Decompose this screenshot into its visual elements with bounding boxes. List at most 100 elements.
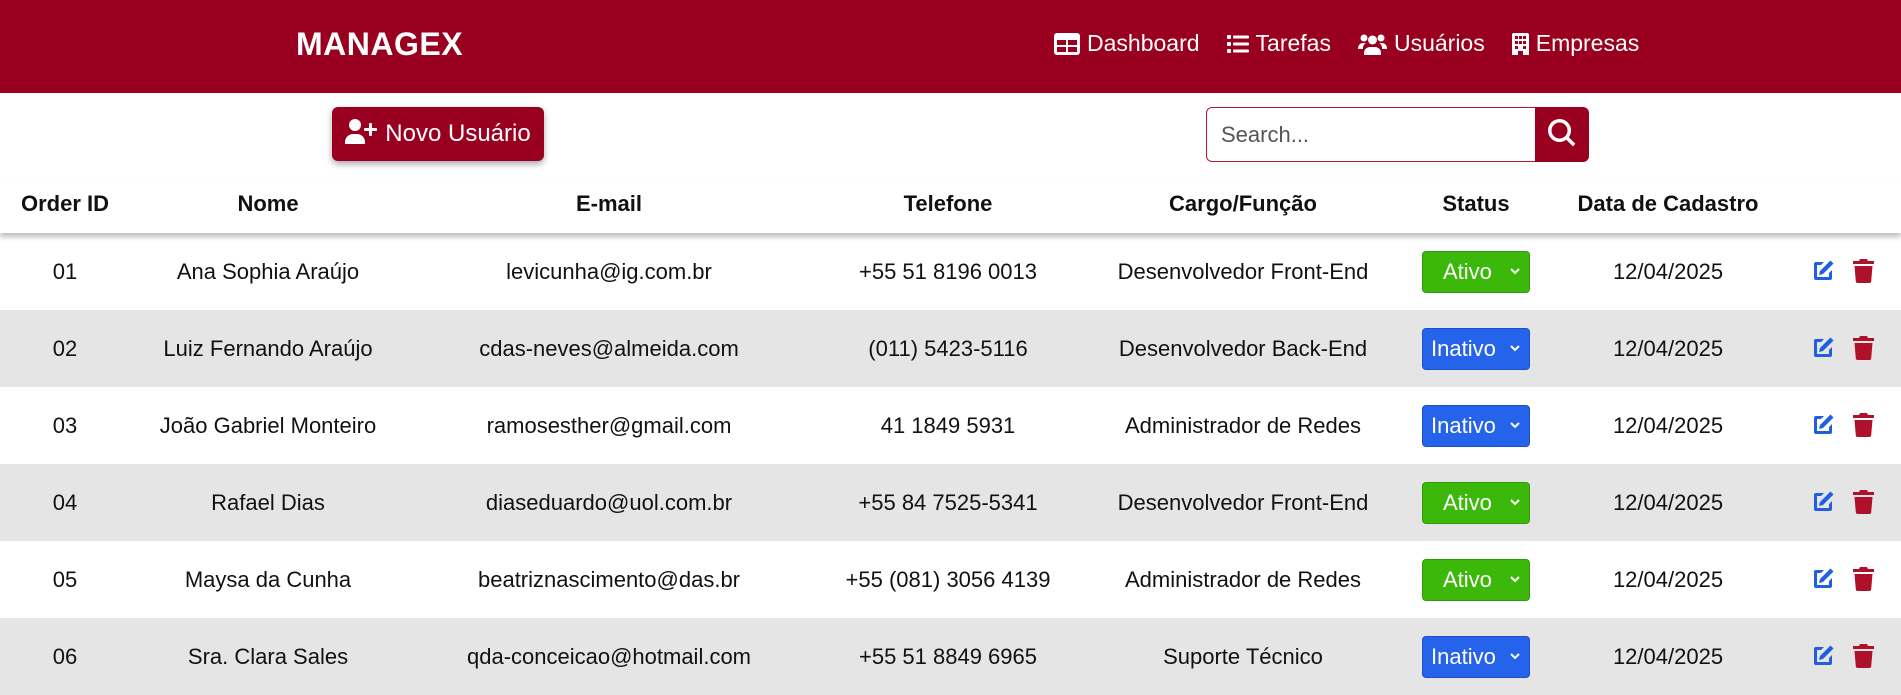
status-value: Ativo bbox=[1443, 259, 1492, 284]
col-header-order-id[interactable]: Order ID bbox=[21, 179, 109, 233]
edit-icon[interactable] bbox=[1811, 567, 1835, 591]
new-user-button[interactable]: Novo Usuário bbox=[332, 107, 544, 161]
nav-usuarios[interactable]: Usuários bbox=[1357, 30, 1485, 57]
search-input[interactable] bbox=[1206, 107, 1535, 162]
cell-order-id: 05 bbox=[52, 567, 78, 592]
cell-telefone: +55 84 7525-5341 bbox=[858, 490, 1038, 515]
cell-order-id: 04 bbox=[52, 490, 78, 515]
cell-data-cadastro: 12/04/2025 bbox=[1612, 644, 1724, 669]
cell-telefone: +55 51 8849 6965 bbox=[858, 644, 1038, 669]
col-header-email[interactable]: E-mail bbox=[576, 179, 642, 233]
edit-icon[interactable] bbox=[1811, 644, 1835, 668]
toolbar: Novo Usuário bbox=[0, 93, 1901, 179]
cell-nome: João Gabriel Monteiro bbox=[159, 413, 377, 438]
delete-icon[interactable] bbox=[1853, 413, 1874, 437]
building-icon bbox=[1511, 32, 1529, 55]
delete-icon[interactable] bbox=[1853, 567, 1874, 591]
status-select[interactable]: Inativo bbox=[1422, 405, 1530, 447]
cell-data-cadastro: 12/04/2025 bbox=[1612, 259, 1724, 284]
cell-nome: Rafael Dias bbox=[211, 490, 325, 515]
cell-telefone: +55 51 8196 0013 bbox=[858, 259, 1038, 284]
top-navbar: MANAGEX Dashboard Tarefas Usuários Empre… bbox=[0, 0, 1901, 93]
users-table-body: 01 Ana Sophia Araújo levicunha@ig.com.br… bbox=[0, 233, 1901, 695]
table-row: 05 Maysa da Cunha beatriznascimento@das.… bbox=[0, 541, 1901, 618]
delete-icon[interactable] bbox=[1853, 644, 1874, 668]
dashboard-icon bbox=[1054, 32, 1080, 55]
brand-logo[interactable]: MANAGEX bbox=[296, 26, 463, 63]
chevron-down-icon bbox=[1509, 651, 1521, 661]
col-header-nome[interactable]: Nome bbox=[237, 179, 298, 233]
status-select[interactable]: Ativo bbox=[1422, 559, 1530, 601]
cell-cargo: Desenvolvedor Front-End bbox=[1117, 259, 1369, 284]
cell-order-id: 03 bbox=[52, 413, 78, 438]
status-select[interactable]: Inativo bbox=[1422, 636, 1530, 678]
search-bar bbox=[1206, 107, 1589, 162]
users-icon bbox=[1357, 33, 1387, 55]
cell-order-id: 06 bbox=[52, 644, 78, 669]
cell-data-cadastro: 12/04/2025 bbox=[1612, 490, 1724, 515]
status-select[interactable]: Ativo bbox=[1422, 251, 1530, 293]
new-user-label: Novo Usuário bbox=[385, 120, 531, 147]
cell-cargo: Administrador de Redes bbox=[1124, 413, 1362, 438]
col-header-data-cadastro[interactable]: Data de Cadastro bbox=[1578, 179, 1759, 233]
nav-dashboard[interactable]: Dashboard bbox=[1054, 30, 1200, 57]
chevron-down-icon bbox=[1509, 497, 1521, 507]
cell-data-cadastro: 12/04/2025 bbox=[1612, 336, 1724, 361]
cell-telefone: 41 1849 5931 bbox=[880, 413, 1016, 438]
status-select[interactable]: Inativo bbox=[1422, 328, 1530, 370]
cell-cargo: Desenvolvedor Back-End bbox=[1118, 336, 1368, 361]
nav-tarefas-label: Tarefas bbox=[1255, 30, 1331, 56]
cell-nome: Maysa da Cunha bbox=[184, 567, 352, 592]
table-row: 01 Ana Sophia Araújo levicunha@ig.com.br… bbox=[0, 233, 1901, 310]
nav-dashboard-label: Dashboard bbox=[1087, 30, 1200, 56]
chevron-down-icon bbox=[1509, 574, 1521, 584]
cell-telefone: +55 (081) 3056 4139 bbox=[845, 567, 1051, 592]
nav-empresas-label: Empresas bbox=[1535, 30, 1640, 56]
delete-icon[interactable] bbox=[1853, 259, 1874, 283]
nav-usuarios-label: Usuários bbox=[1393, 30, 1485, 56]
status-value: Inativo bbox=[1431, 413, 1496, 438]
table-row: 02 Luiz Fernando Araújo cdas-neves@almei… bbox=[0, 310, 1901, 387]
status-value: Inativo bbox=[1431, 644, 1496, 669]
cell-email: cdas-neves@almeida.com bbox=[479, 336, 739, 361]
search-button[interactable] bbox=[1535, 107, 1589, 162]
status-select[interactable]: Ativo bbox=[1422, 482, 1530, 524]
nav-empresas[interactable]: Empresas bbox=[1511, 30, 1640, 57]
status-value: Inativo bbox=[1431, 336, 1496, 361]
cell-email: diaseduardo@uol.com.br bbox=[485, 490, 733, 515]
delete-icon[interactable] bbox=[1853, 490, 1874, 514]
cell-nome: Sra. Clara Sales bbox=[187, 644, 349, 669]
list-icon bbox=[1226, 34, 1249, 54]
cell-email: levicunha@ig.com.br bbox=[506, 259, 712, 284]
table-row: 06 Sra. Clara Sales qda-conceicao@hotmai… bbox=[0, 618, 1901, 695]
cell-telefone: (011) 5423-5116 bbox=[868, 336, 1028, 361]
main-nav: Dashboard Tarefas Usuários Empresas bbox=[1054, 30, 1639, 57]
status-value: Ativo bbox=[1443, 490, 1492, 515]
col-header-status[interactable]: Status bbox=[1442, 179, 1509, 233]
user-plus-icon bbox=[345, 118, 378, 151]
edit-icon[interactable] bbox=[1811, 336, 1835, 360]
delete-icon[interactable] bbox=[1853, 336, 1874, 360]
cell-data-cadastro: 12/04/2025 bbox=[1612, 567, 1724, 592]
cell-cargo: Suporte Técnico bbox=[1163, 644, 1323, 669]
col-header-telefone[interactable]: Telefone bbox=[904, 179, 993, 233]
edit-icon[interactable] bbox=[1811, 259, 1835, 283]
cell-cargo: Administrador de Redes bbox=[1124, 567, 1362, 592]
cell-email: qda-conceicao@hotmail.com bbox=[466, 644, 752, 669]
table-row: 03 João Gabriel Monteiro ramosesther@gma… bbox=[0, 387, 1901, 464]
search-icon bbox=[1548, 118, 1576, 150]
cell-data-cadastro: 12/04/2025 bbox=[1612, 413, 1724, 438]
col-header-cargo[interactable]: Cargo/Função bbox=[1169, 179, 1317, 233]
status-value: Ativo bbox=[1443, 567, 1492, 592]
chevron-down-icon bbox=[1509, 343, 1521, 353]
table-header: Order ID Nome E-mail Telefone Cargo/Funç… bbox=[0, 179, 1901, 233]
nav-tarefas[interactable]: Tarefas bbox=[1226, 30, 1331, 57]
edit-icon[interactable] bbox=[1811, 490, 1835, 514]
chevron-down-icon bbox=[1509, 420, 1521, 430]
cell-email: beatriznascimento@das.br bbox=[477, 567, 741, 592]
cell-nome: Ana Sophia Araújo bbox=[176, 259, 360, 284]
table-row: 04 Rafael Dias diaseduardo@uol.com.br +5… bbox=[0, 464, 1901, 541]
edit-icon[interactable] bbox=[1811, 413, 1835, 437]
cell-order-id: 02 bbox=[52, 336, 78, 361]
cell-order-id: 01 bbox=[52, 259, 78, 284]
